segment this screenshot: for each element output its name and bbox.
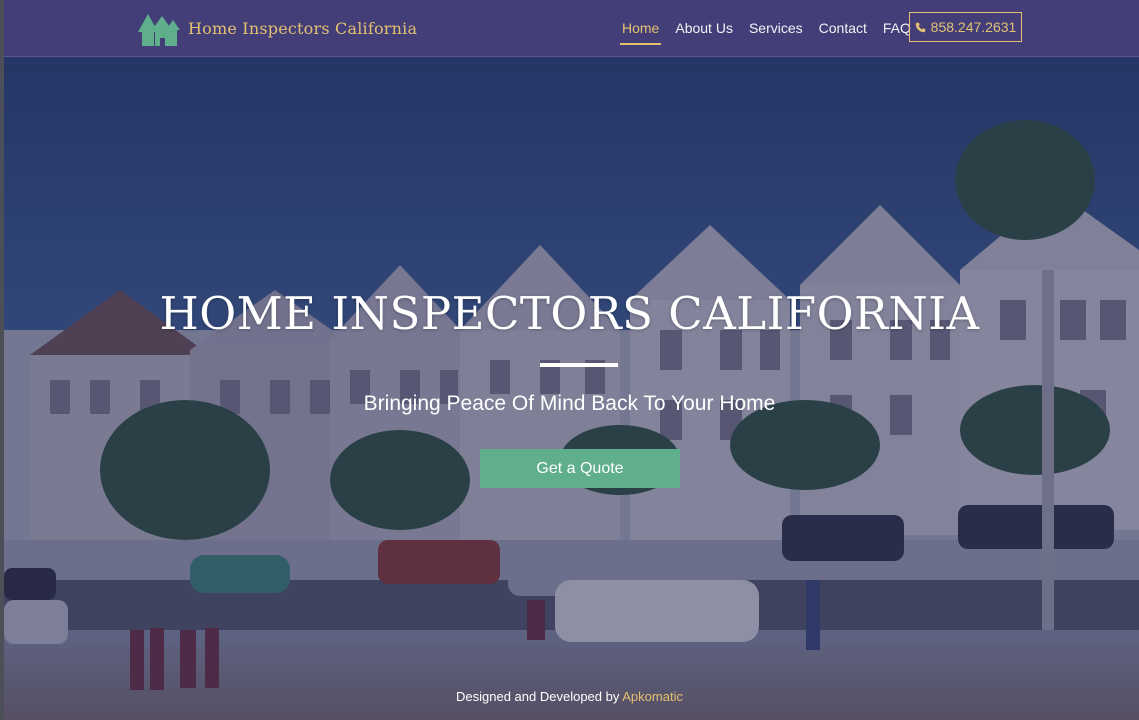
footer-credit: Designed and Developed by Apkomatic — [0, 689, 1139, 704]
main-nav: Home About Us Services Contact FAQ — [620, 0, 913, 56]
nav-item-services[interactable]: Services — [747, 12, 805, 44]
nav-item-contact[interactable]: Contact — [817, 12, 869, 44]
house-trees-logo-icon — [138, 14, 180, 46]
hero-section: HOME INSPECTORS CALIFORNIA Bringing Peac… — [0, 56, 1139, 676]
page-left-edge — [0, 0, 4, 720]
nav-item-home[interactable]: Home — [620, 12, 662, 45]
top-navbar: Home Inspectors California Home About Us… — [0, 0, 1139, 57]
credit-link[interactable]: Apkomatic — [622, 689, 683, 704]
hero-subtitle: Bringing Peace Of Mind Back To Your Home — [363, 392, 776, 415]
nav-item-about-us[interactable]: About Us — [673, 12, 735, 44]
hero-divider — [540, 363, 618, 367]
page: Home Inspectors California Home About Us… — [0, 0, 1139, 720]
brand-link[interactable]: Home Inspectors California — [136, 8, 417, 48]
phone-number: 858.247.2631 — [930, 19, 1017, 35]
get-quote-button[interactable]: Get a Quote — [480, 449, 680, 488]
brand-name: Home Inspectors California — [188, 18, 418, 38]
phone-button[interactable]: 858.247.2631 — [909, 12, 1022, 42]
hero-title: HOME INSPECTORS CALIFORNIA — [159, 287, 980, 340]
credit-text: Designed and Developed by — [456, 689, 620, 704]
phone-icon — [915, 22, 925, 32]
